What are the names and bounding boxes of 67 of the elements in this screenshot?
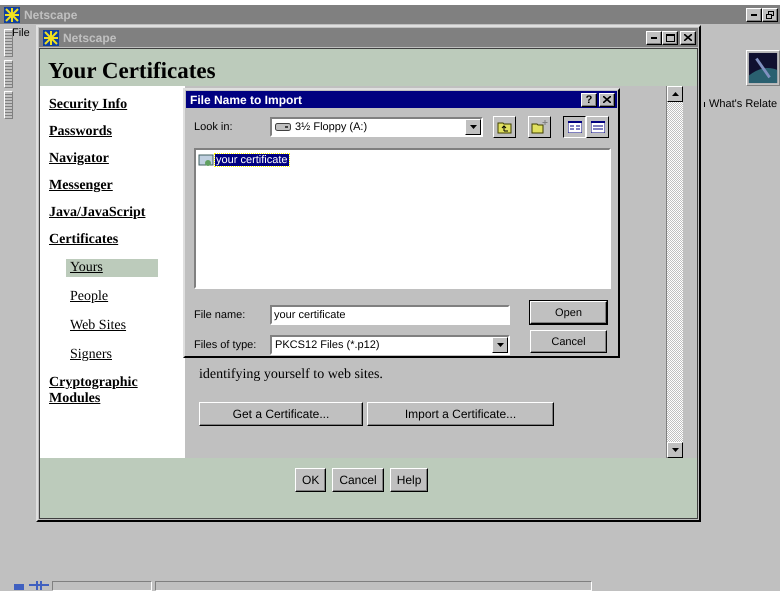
sidebar-link[interactable]: Cryptographic Modules [49,375,185,407]
close-icon [684,34,692,41]
certificate-button[interactable]: Import a Certificate... [367,402,554,426]
sidebar-sublink[interactable]: People [66,288,158,306]
toolbar-grip[interactable] [4,29,13,57]
minimize-icon [651,36,657,38]
sidebar-sublink[interactable]: Signers [66,346,158,364]
sidebar-link[interactable]: Java/JavaScript [49,205,146,221]
dialog-button[interactable]: Cancel [332,468,384,492]
close-icon [603,96,611,103]
list-view-icon [568,121,582,133]
minimize-button[interactable] [746,8,762,22]
details-view-button[interactable] [586,116,609,138]
restore-icon [766,10,774,18]
dialog-button[interactable]: Help [390,468,428,492]
page-heading: Your Certificates [48,58,216,85]
new-folder-icon [531,120,548,134]
body-text: identifying yourself to web sites. [199,367,384,383]
sidebar-link[interactable]: Navigator [49,151,109,167]
sidebar-sublink[interactable]: Yours [66,259,158,277]
look-in-dropdown[interactable]: 3½ Floppy (A:) [270,117,483,137]
file-type-dropdown[interactable]: PKCS12 Files (*.p12) [270,335,510,355]
new-folder-button[interactable] [528,116,551,138]
dialog-button[interactable]: OK [295,468,326,492]
maximize-button[interactable] [662,30,678,44]
certificate-file[interactable]: your certificate [215,154,289,166]
toolbar-grip[interactable] [4,60,13,88]
sidebar-link[interactable]: Messenger [49,178,113,194]
app-icon [4,6,20,22]
minimize-button[interactable] [646,30,662,44]
help-button[interactable]: ? [581,92,597,106]
network-icon [29,581,49,590]
dialog-button[interactable]: Cancel [530,330,607,353]
toolbar-grip[interactable] [4,91,13,119]
certificate-icon [198,152,214,168]
sidebar-link[interactable]: Certificates [49,232,118,248]
dialog-title: File Name to Import [190,92,304,106]
window-title: Netscape [24,8,78,22]
details-view-icon [590,121,604,133]
close-button[interactable] [599,92,615,106]
maximize-icon [666,34,674,42]
dialog-button[interactable]: Open [530,301,607,324]
sidebar-link[interactable]: Passwords [49,124,112,140]
toolbar-button[interactable]: What's Relate [709,98,778,110]
sidebar-sublink[interactable]: Web Sites [66,317,158,335]
logo-icon [746,50,780,86]
certificate-button[interactable]: Get a Certificate... [199,402,363,426]
down-arrow-icon [672,448,678,452]
field-label: Files of type: [194,339,258,351]
restore-button[interactable] [762,8,778,22]
field-label: Look in: [194,121,234,133]
field-label: File name: [194,309,246,321]
caret-icon [470,125,476,129]
minimize-icon [751,14,757,16]
up-folder-button[interactable] [493,116,516,138]
caret-icon [496,343,504,347]
file-name-field[interactable]: your certificate [270,305,510,325]
window-title: Netscape [63,30,118,44]
scrollbar[interactable] [666,86,683,458]
close-button[interactable] [680,30,696,44]
menu-item[interactable]: File [12,27,30,39]
sidebar-link[interactable]: Security Info [49,97,128,113]
list-view-button[interactable] [563,116,586,138]
drive-icon [275,123,291,131]
folder-up-icon [497,120,512,134]
up-arrow-icon [672,92,678,96]
app-icon [43,30,59,46]
